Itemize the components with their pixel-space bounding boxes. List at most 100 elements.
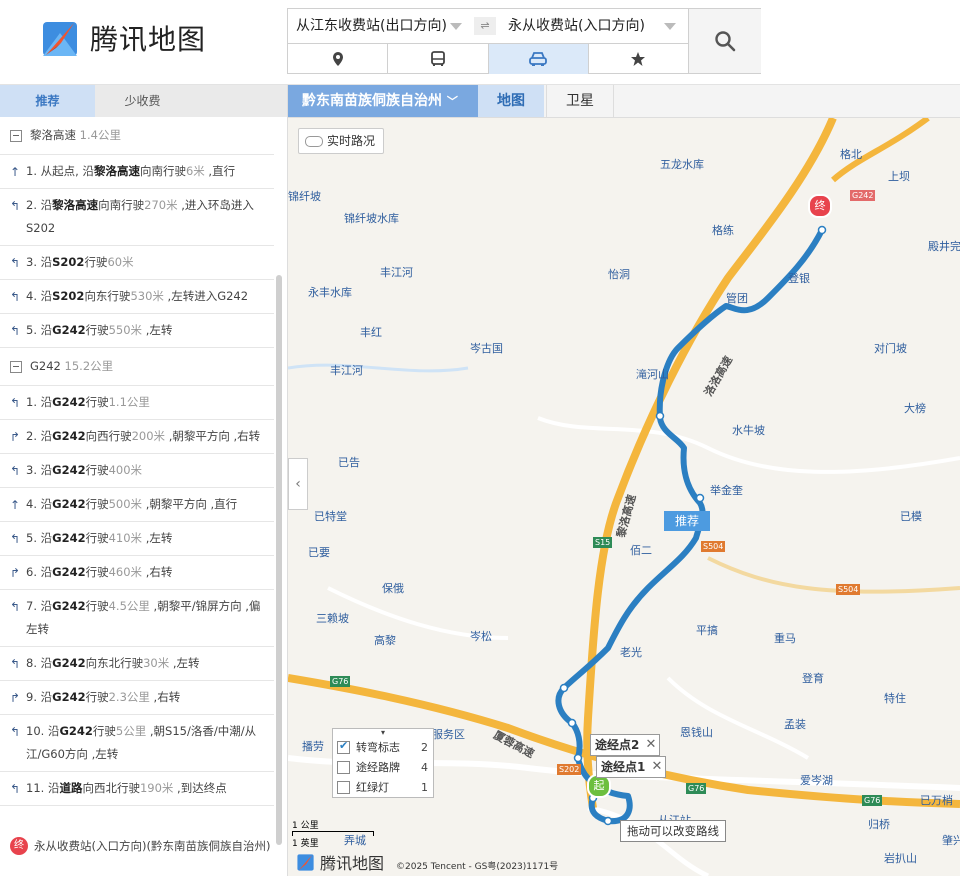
waypoint-1-tag[interactable]: 途经点1 ✕ [596, 756, 667, 778]
legend-item[interactable]: 途经路牌 4 [333, 757, 433, 777]
place-label: 归桥 [868, 818, 890, 831]
traffic-icon [305, 136, 323, 147]
route-step[interactable]: ↱ 6. 沿G242行驶460米 ,右转 [0, 556, 274, 590]
route-step[interactable]: ↰ 2. 沿黎洛高速向南行驶270米 ,进入环岛进入S202 [0, 189, 274, 246]
place-label: 登银 [788, 272, 810, 285]
mode-location[interactable] [288, 44, 389, 74]
route-step[interactable]: ↱ 2. 沿G242向西行驶200米 ,朝黎平方向 ,右转 [0, 420, 274, 454]
region-selector[interactable]: 黔东南苗族侗族自治州 ﹀ [288, 85, 478, 117]
route-step[interactable]: ↰ 4. 沿S202向东行驶530米 ,左转进入G242 [0, 280, 274, 314]
end-badge: 终 [10, 837, 28, 855]
route-step[interactable]: ↑ 1. 从起点, 沿黎洛高速向南行驶6米 ,直行 [0, 155, 274, 189]
mode-favorites[interactable] [589, 44, 688, 74]
swap-icon[interactable]: ⇌ [474, 17, 496, 35]
place-label: 已告 [338, 456, 360, 469]
turn-arrow-icon: ↱ [10, 566, 21, 580]
route-step[interactable]: ↰ 5. 沿G242行驶410米 ,左转 [0, 522, 274, 556]
route-vertex[interactable] [567, 718, 577, 728]
mode-car[interactable] [488, 44, 589, 74]
realtime-traffic-button[interactable]: 实时路况 [298, 128, 385, 154]
legend-count: 1 [421, 780, 428, 794]
road-shield: S504 [701, 541, 726, 552]
turn-arrow-icon: ↰ [10, 532, 21, 546]
step-text: 10. 沿G242行驶5公里 ,朝S15/洛香/中潮/从江/G60方向 ,左转 [26, 724, 257, 761]
recommended-route-tag[interactable]: 推荐 [664, 511, 710, 531]
origin-dropdown-icon[interactable] [450, 23, 462, 30]
road-shield: S202 [557, 764, 582, 775]
checkbox[interactable]: ✔ [337, 739, 350, 754]
logo-icon [40, 17, 82, 59]
bus-icon [430, 51, 445, 66]
step-text: 5. 沿G242行驶410米 ,左转 [26, 531, 173, 545]
checkbox[interactable] [337, 780, 350, 794]
panel-scrollbar[interactable] [276, 275, 282, 845]
route-step[interactable]: ↱ 9. 沿G242行驶2.3公里 ,右转 [0, 681, 274, 715]
collapse-box-icon [10, 361, 22, 373]
route-vertex[interactable] [559, 683, 569, 693]
legend-item[interactable]: ✔ 转弯标志 2 [333, 737, 433, 757]
destination-dropdown-icon[interactable] [664, 23, 676, 30]
route-step[interactable]: ↰ 3. 沿S202行驶60米 [0, 246, 274, 280]
route-vertex[interactable] [573, 753, 583, 763]
route-step[interactable]: ↰ 11. 沿道路向西北行驶190米 ,到达终点 [0, 772, 274, 806]
route-plan-tabs: 推荐 少收费 [0, 85, 287, 117]
tab-less-toll[interactable]: 少收费 [95, 85, 190, 117]
step-text: 3. 沿S202行驶60米 [26, 255, 134, 269]
close-icon[interactable]: ✕ [645, 735, 656, 755]
end-marker-label: 终 [814, 199, 826, 212]
route-step[interactable]: ↰ 10. 沿G242行驶5公里 ,朝S15/洛香/中潮/从江/G60方向 ,左转 [0, 715, 274, 772]
region-label: 黔东南苗族侗族自治州 [302, 93, 442, 109]
route-step[interactable]: ↑ 4. 沿G242行驶500米 ,朝黎平方向 ,直行 [0, 488, 274, 522]
search-icon [715, 31, 736, 52]
waypoint-2-label: 途经点2 [595, 738, 640, 752]
place-label: 已特堂 [314, 510, 347, 523]
close-icon[interactable]: ✕ [651, 757, 662, 777]
route-step[interactable]: ↰ 8. 沿G242向东北行驶30米 ,左转 [0, 647, 274, 681]
tab-satellite[interactable]: 卫星 [546, 85, 614, 117]
tab-recommended[interactable]: 推荐 [0, 85, 95, 117]
search-button[interactable] [688, 9, 761, 73]
turn-arrow-icon: ↰ [10, 199, 21, 213]
car-icon [529, 52, 548, 66]
turn-arrow-icon: ↰ [10, 256, 21, 270]
place-label: 已模 [900, 510, 922, 523]
route-vertex[interactable] [695, 493, 705, 503]
section-header[interactable]: G242 15.2公里 [0, 348, 274, 386]
route-vertex[interactable] [655, 411, 665, 421]
logo[interactable]: 腾讯地图 [40, 16, 206, 60]
waypoint-2-tag[interactable]: 途经点2 ✕ [590, 734, 661, 756]
route-step[interactable]: ↰ 3. 沿G242行驶400米 [0, 454, 274, 488]
place-label: 三赖坡 [316, 612, 349, 625]
mode-bus[interactable] [388, 44, 489, 74]
route-step[interactable]: ↰ 5. 沿G242行驶550米 ,左转 [0, 314, 274, 348]
end-marker[interactable]: 终 [808, 194, 832, 218]
place-label: 丰江河 [330, 364, 363, 377]
place-label: 大榜 [904, 402, 926, 415]
turn-arrow-icon: ↱ [10, 430, 21, 444]
destination-row[interactable]: 终 永从收费站(入口方向)(黔东南苗族侗族自治州) [10, 837, 270, 855]
section-title: 黎洛高速 1.4公里 [30, 128, 121, 142]
section-header[interactable]: 黎洛高速 1.4公里 [0, 117, 274, 155]
place-label: 特住 [884, 692, 906, 705]
route-vertex[interactable] [817, 225, 827, 235]
step-text: 1. 从起点, 沿黎洛高速向南行驶6米 ,直行 [26, 164, 236, 178]
tab-map[interactable]: 地图 [478, 85, 544, 117]
place-label: 服务区 [432, 728, 465, 741]
checkbox[interactable] [337, 760, 350, 774]
map-scale: 1 公里 1 英里 [292, 818, 374, 849]
map-canvas[interactable]: 格北 五龙水库 上坝 锦纤坡 锦纤坡水库 格练 殿井完 丰江河 怡洞 永丰水库 登银 管团 丰红 对门坡岑… [288, 118, 960, 876]
map-logo: 腾讯地图 [296, 850, 384, 874]
place-label: 格北 [840, 148, 862, 161]
route-vertex[interactable] [603, 816, 613, 826]
road-shield: S15 [593, 537, 613, 548]
collapse-panel-button[interactable]: ‹ [288, 458, 308, 510]
start-marker-label: 起 [593, 779, 605, 792]
legend-item[interactable]: 红绿灯 1 [333, 777, 433, 797]
section-title: G242 15.2公里 [30, 359, 114, 373]
place-label: 已万梢 [920, 794, 953, 807]
route-step[interactable]: ↰ 7. 沿G242行驶4.5公里 ,朝黎平/锦屏方向 ,偏左转 [0, 590, 274, 647]
location-icon [332, 52, 343, 66]
collapse-box-icon [10, 130, 22, 142]
caret-down-icon[interactable]: ▾ [333, 729, 433, 737]
route-step[interactable]: ↰ 1. 沿G242行驶1.1公里 [0, 386, 274, 420]
